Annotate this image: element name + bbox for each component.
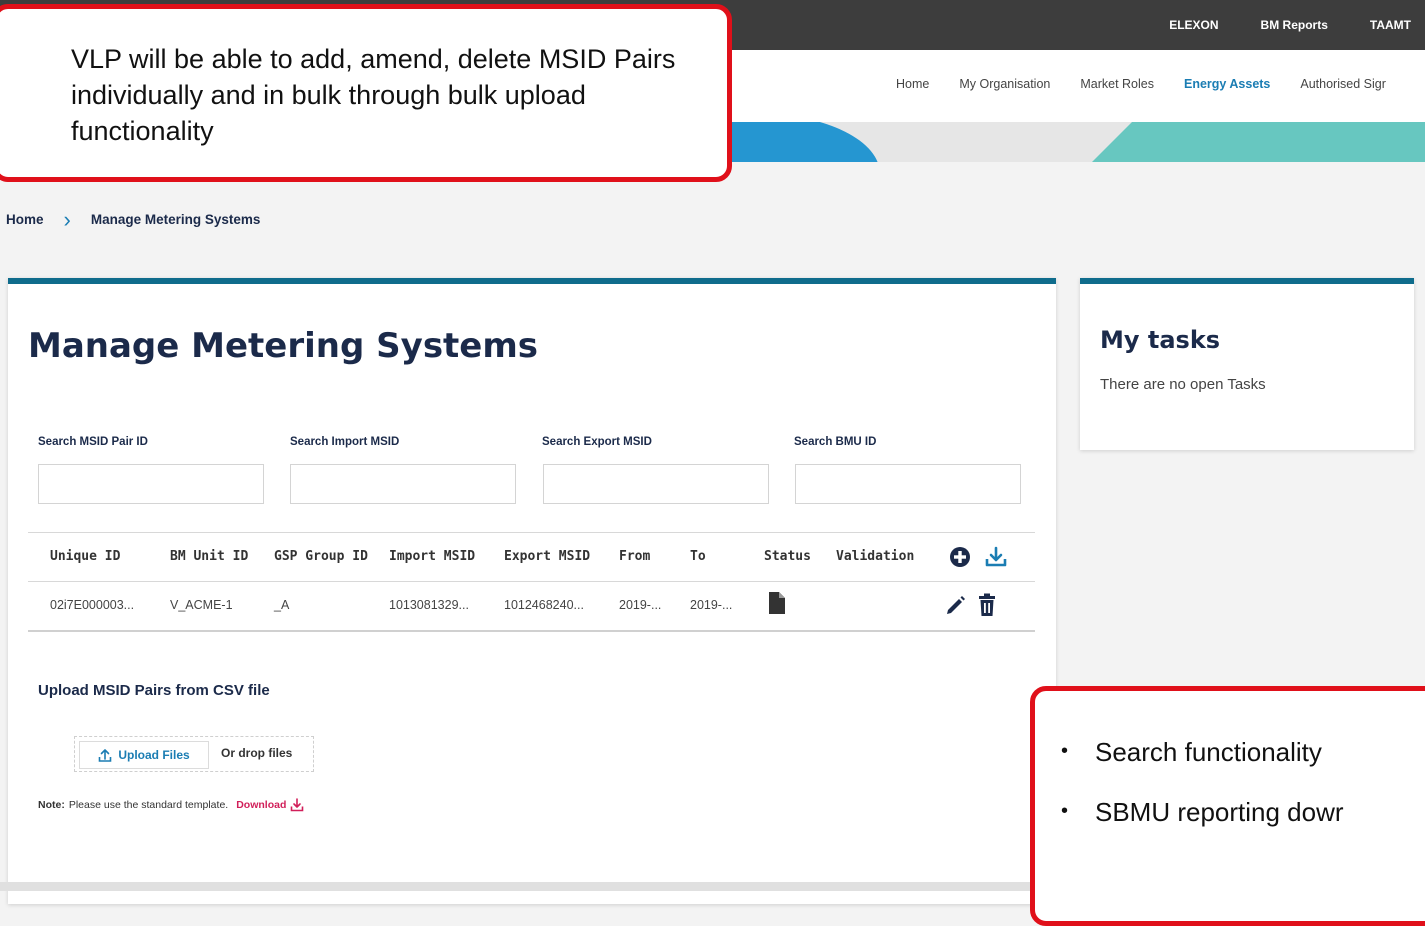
breadcrumb: Home › Manage Metering Systems bbox=[6, 206, 261, 232]
upload-icon bbox=[99, 749, 112, 762]
my-tasks-card: My tasks There are no open Tasks bbox=[1080, 278, 1414, 450]
my-tasks-empty: There are no open Tasks bbox=[1100, 376, 1266, 393]
download-template-icon[interactable] bbox=[290, 798, 304, 812]
cell-to: 2019-... bbox=[690, 598, 733, 612]
nav-item-market-roles[interactable]: Market Roles bbox=[1080, 77, 1154, 91]
nav-item-authorised-signatories[interactable]: Authorised Sigr bbox=[1300, 77, 1385, 91]
template-note: Note: Please use the standard template. … bbox=[38, 798, 304, 812]
col-status[interactable]: Status bbox=[764, 549, 811, 564]
footer-strip bbox=[0, 882, 1030, 891]
callout-item-sbmu: SBMU reporting dowr bbox=[1061, 797, 1343, 857]
cell-gsp-group-id: _A bbox=[274, 598, 290, 612]
callout-list: Search functionality SBMU reporting dowr bbox=[1061, 737, 1344, 857]
col-from[interactable]: From bbox=[619, 549, 650, 564]
delete-trash-icon[interactable] bbox=[977, 593, 997, 617]
edit-pencil-icon[interactable] bbox=[945, 594, 967, 616]
msid-table: Unique ID BM Unit ID GSP Group ID Import… bbox=[28, 532, 1035, 632]
cell-from: 2019-... bbox=[619, 598, 662, 612]
chevron-right-icon: › bbox=[63, 206, 71, 232]
nav-item-energy-assets[interactable]: Energy Assets bbox=[1184, 77, 1270, 91]
file-dropzone[interactable]: Upload Files Or drop files bbox=[74, 736, 314, 772]
annotation-callout-bottom: Search functionality SBMU reporting dowr bbox=[1030, 686, 1425, 926]
nav-links: Home My Organisation Market Roles Energy… bbox=[896, 77, 1386, 91]
top-link-taamt[interactable]: TAAMT bbox=[1370, 18, 1411, 32]
download-template-link[interactable]: Download bbox=[236, 799, 286, 811]
breadcrumb-home[interactable]: Home bbox=[6, 212, 44, 227]
cell-import-msid: 1013081329... bbox=[389, 598, 469, 612]
top-link-elexon[interactable]: ELEXON bbox=[1169, 18, 1218, 32]
callout-text: VLP will be able to add, amend, delete M… bbox=[71, 44, 676, 146]
table-header: Unique ID BM Unit ID GSP Group ID Import… bbox=[28, 532, 1035, 582]
col-validation[interactable]: Validation bbox=[836, 549, 914, 564]
col-bm-unit-id[interactable]: BM Unit ID bbox=[170, 549, 248, 564]
col-export-msid[interactable]: Export MSID bbox=[504, 549, 590, 564]
main-card: Manage Metering Systems Search MSID Pair… bbox=[8, 278, 1056, 904]
cell-bm-unit-id: V_ACME-1 bbox=[170, 598, 233, 612]
table-row[interactable]: 02i7E000003... V_ACME-1 _A 1013081329...… bbox=[28, 582, 1035, 632]
cell-export-msid: 1012468240... bbox=[504, 598, 584, 612]
search-export-msid-input[interactable] bbox=[543, 464, 769, 504]
search-label-import-msid: Search Import MSID bbox=[290, 436, 400, 448]
upload-files-label: Upload Files bbox=[118, 748, 190, 762]
col-unique-id[interactable]: Unique ID bbox=[50, 549, 120, 564]
col-to[interactable]: To bbox=[690, 549, 706, 564]
nav-item-my-organisation[interactable]: My Organisation bbox=[959, 77, 1050, 91]
search-msid-pair-input[interactable] bbox=[38, 464, 264, 504]
annotation-callout-top: VLP will be able to add, amend, delete M… bbox=[0, 4, 732, 182]
note-text: Please use the standard template. bbox=[68, 799, 229, 811]
download-icon[interactable] bbox=[984, 545, 1008, 569]
breadcrumb-current: Manage Metering Systems bbox=[90, 212, 261, 227]
upload-files-button[interactable]: Upload Files bbox=[79, 741, 209, 769]
my-tasks-title: My tasks bbox=[1100, 326, 1221, 354]
document-icon bbox=[769, 592, 785, 614]
note-prefix: Note: bbox=[38, 799, 65, 811]
drop-files-text: Or drop files bbox=[221, 746, 293, 760]
col-import-msid[interactable]: Import MSID bbox=[389, 549, 475, 564]
search-import-msid-input[interactable] bbox=[290, 464, 516, 504]
col-gsp-group-id[interactable]: GSP Group ID bbox=[274, 549, 368, 564]
search-label-export-msid: Search Export MSID bbox=[542, 436, 652, 448]
search-label-msid-pair: Search MSID Pair ID bbox=[38, 436, 148, 448]
page-title: Manage Metering Systems bbox=[28, 326, 539, 366]
search-label-bmu-id: Search BMU ID bbox=[794, 436, 877, 448]
top-links: ELEXON BM Reports TAAMT bbox=[1169, 0, 1425, 50]
search-bmu-id-input[interactable] bbox=[795, 464, 1021, 504]
top-link-bm-reports[interactable]: BM Reports bbox=[1261, 18, 1328, 32]
add-circle-icon[interactable] bbox=[949, 546, 971, 568]
nav-item-home[interactable]: Home bbox=[896, 77, 929, 91]
upload-title: Upload MSID Pairs from CSV file bbox=[38, 682, 270, 699]
banner-teal-shape bbox=[1092, 122, 1425, 162]
callout-item-search: Search functionality bbox=[1061, 737, 1344, 797]
cell-unique-id[interactable]: 02i7E000003... bbox=[50, 598, 134, 612]
